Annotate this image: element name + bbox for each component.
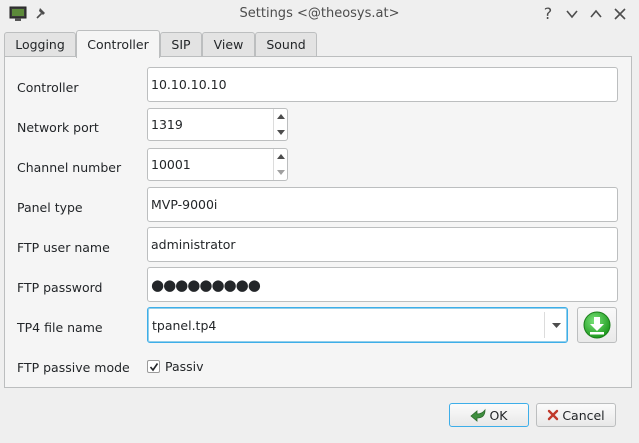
- minimize-button[interactable]: [563, 5, 581, 23]
- close-button[interactable]: [611, 5, 629, 23]
- spin-up-icon: [276, 154, 285, 160]
- channel-number-spin-arrows: [273, 149, 287, 180]
- cancel-icon: [548, 409, 559, 421]
- tab-logging[interactable]: Logging: [4, 32, 76, 56]
- help-button[interactable]: ?: [539, 5, 557, 23]
- cancel-button[interactable]: Cancel: [536, 403, 616, 427]
- spin-down-button[interactable]: [274, 165, 287, 181]
- tab-view[interactable]: View: [202, 32, 255, 56]
- password-mask: ●●●●●●●●●: [151, 275, 261, 294]
- network-port-input[interactable]: [151, 109, 271, 140]
- combo-dropdown-button[interactable]: [545, 308, 567, 342]
- ok-icon: [470, 408, 486, 422]
- ftp-user-field-box: [147, 227, 618, 262]
- tp4-file-value: tpanel.tp4: [152, 317, 217, 333]
- maximize-icon: [590, 9, 602, 18]
- ftp-password-input[interactable]: ●●●●●●●●●: [147, 267, 618, 302]
- tab-sound[interactable]: Sound: [255, 32, 317, 56]
- spin-down-icon: [276, 169, 285, 175]
- title-bar: Settings <@theosys.at> ?: [0, 0, 639, 28]
- checkmark-icon: [149, 362, 158, 371]
- controller-label: Controller: [17, 80, 79, 95]
- panel-type-input[interactable]: [151, 188, 612, 221]
- panel-type-label: Panel type: [17, 200, 83, 215]
- spin-up-button[interactable]: [274, 109, 287, 125]
- ftp-user-label: FTP user name: [17, 240, 110, 255]
- cancel-label: Cancel: [562, 407, 605, 423]
- close-icon: [614, 8, 626, 20]
- channel-number-input[interactable]: [151, 149, 271, 180]
- controller-settings-panel: Controller Network port Channel number: [4, 56, 632, 388]
- tp4-file-label: TP4 file name: [17, 320, 103, 335]
- ftp-passive-label: FTP passive mode: [17, 360, 130, 375]
- spin-down-icon: [276, 129, 285, 135]
- spin-up-icon: [276, 114, 285, 120]
- network-port-label: Network port: [17, 120, 99, 135]
- download-arrow-icon: [583, 311, 611, 339]
- network-port-spin-arrows: [273, 109, 287, 140]
- ftp-passive-checkbox[interactable]: [147, 360, 160, 373]
- spin-up-button[interactable]: [274, 149, 287, 165]
- help-icon: ?: [543, 4, 553, 23]
- panel-type-field-box: [147, 187, 618, 222]
- ok-button[interactable]: OK: [449, 403, 529, 427]
- spin-down-button[interactable]: [274, 125, 287, 141]
- download-tp4-button[interactable]: [577, 307, 617, 343]
- channel-number-spinbox[interactable]: [147, 148, 288, 181]
- tab-controller[interactable]: Controller: [76, 30, 160, 58]
- controller-input[interactable]: [151, 68, 612, 101]
- ok-label: OK: [489, 407, 508, 423]
- tab-sip[interactable]: SIP: [160, 32, 202, 56]
- network-port-spinbox[interactable]: [147, 108, 288, 141]
- maximize-button[interactable]: [587, 5, 605, 23]
- tp4-file-combobox[interactable]: tpanel.tp4: [147, 307, 568, 343]
- chevron-down-icon: [551, 322, 561, 328]
- minimize-icon: [566, 10, 578, 19]
- ftp-password-label: FTP password: [17, 280, 103, 295]
- controller-field-box: [147, 67, 618, 102]
- channel-number-label: Channel number: [17, 160, 122, 175]
- ftp-user-input[interactable]: [151, 228, 612, 261]
- ftp-passive-checkbox-label[interactable]: Passiv: [165, 359, 204, 374]
